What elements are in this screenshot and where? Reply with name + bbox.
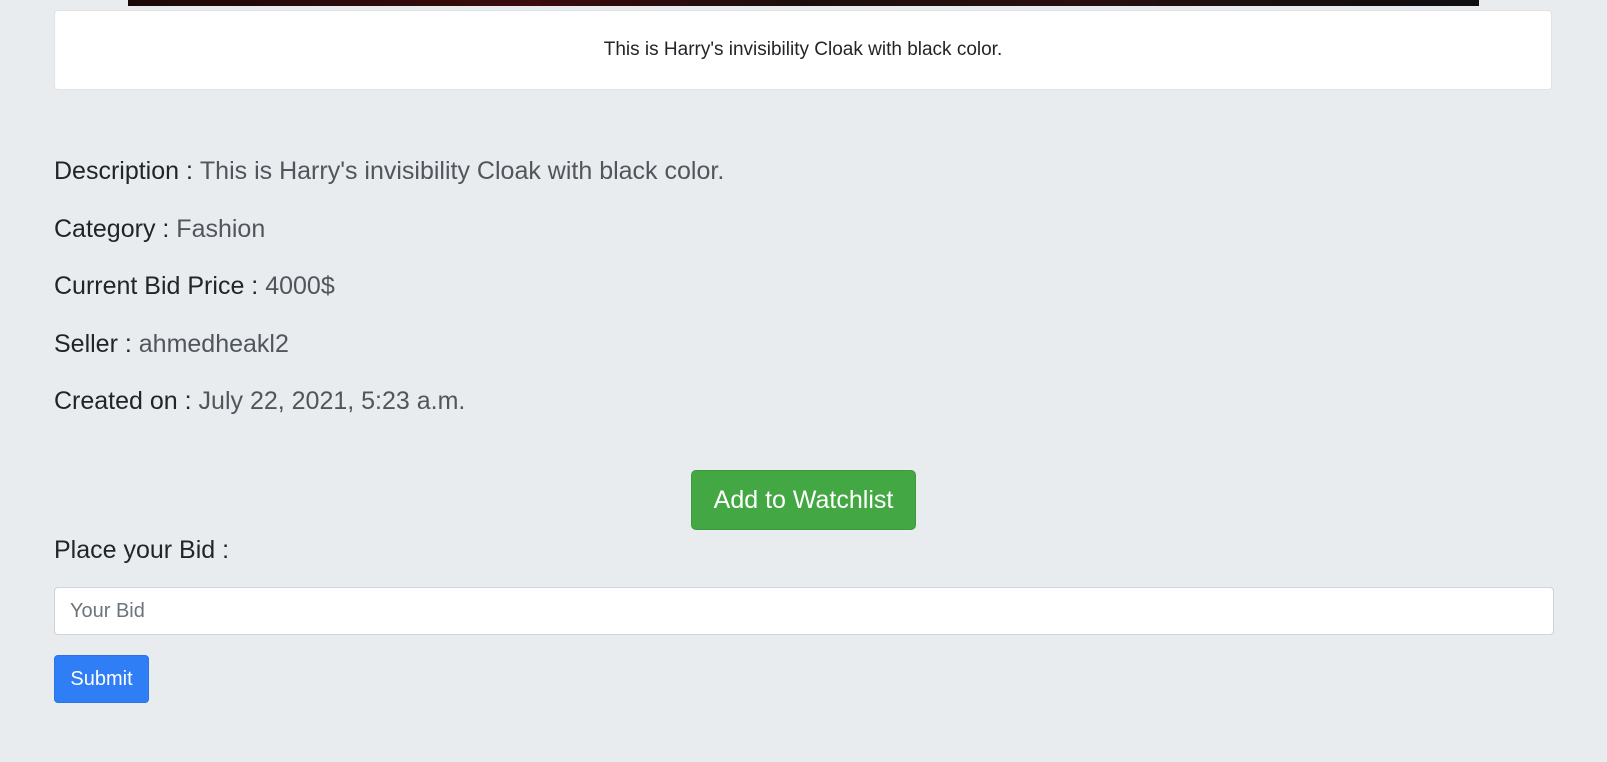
detail-description: Description : This is Harry's invisibili… [54,150,724,208]
image-caption: This is Harry's invisibility Cloak with … [603,39,1003,60]
detail-seller: Seller : ahmedheakl2 [54,323,724,381]
image-caption-card: This is Harry's invisibility Cloak with … [54,10,1552,90]
detail-value-category: Fashion [176,214,266,243]
place-bid-label: Place your Bid : [54,536,230,564]
detail-value-seller: ahmedheakl2 [138,329,289,358]
submit-bid-button[interactable]: Submit [54,655,149,703]
detail-label-created-on: Created on : [54,387,192,415]
detail-label-category: Category : [54,214,170,243]
detail-label-seller: Seller : [54,329,132,358]
listing-image [128,0,1479,6]
listing-details: Description : This is Harry's invisibili… [54,150,724,438]
detail-category: Category : Fashion [54,208,724,266]
detail-label-description: Description : [54,157,193,185]
add-to-watchlist-button[interactable]: Add to Watchlist [691,470,916,530]
detail-value-created-on: July 22, 2021, 5:23 a.m. [198,387,466,415]
detail-current-bid: Current Bid Price : 4000$ [54,265,724,323]
detail-label-current-bid: Current Bid Price : [54,272,259,300]
detail-value-description: This is Harry's invisibility Cloak with … [199,157,725,185]
detail-created-on: Created on : July 22, 2021, 5:23 a.m. [54,380,724,438]
detail-value-current-bid: 4000$ [265,272,335,300]
bid-input[interactable] [54,587,1554,635]
